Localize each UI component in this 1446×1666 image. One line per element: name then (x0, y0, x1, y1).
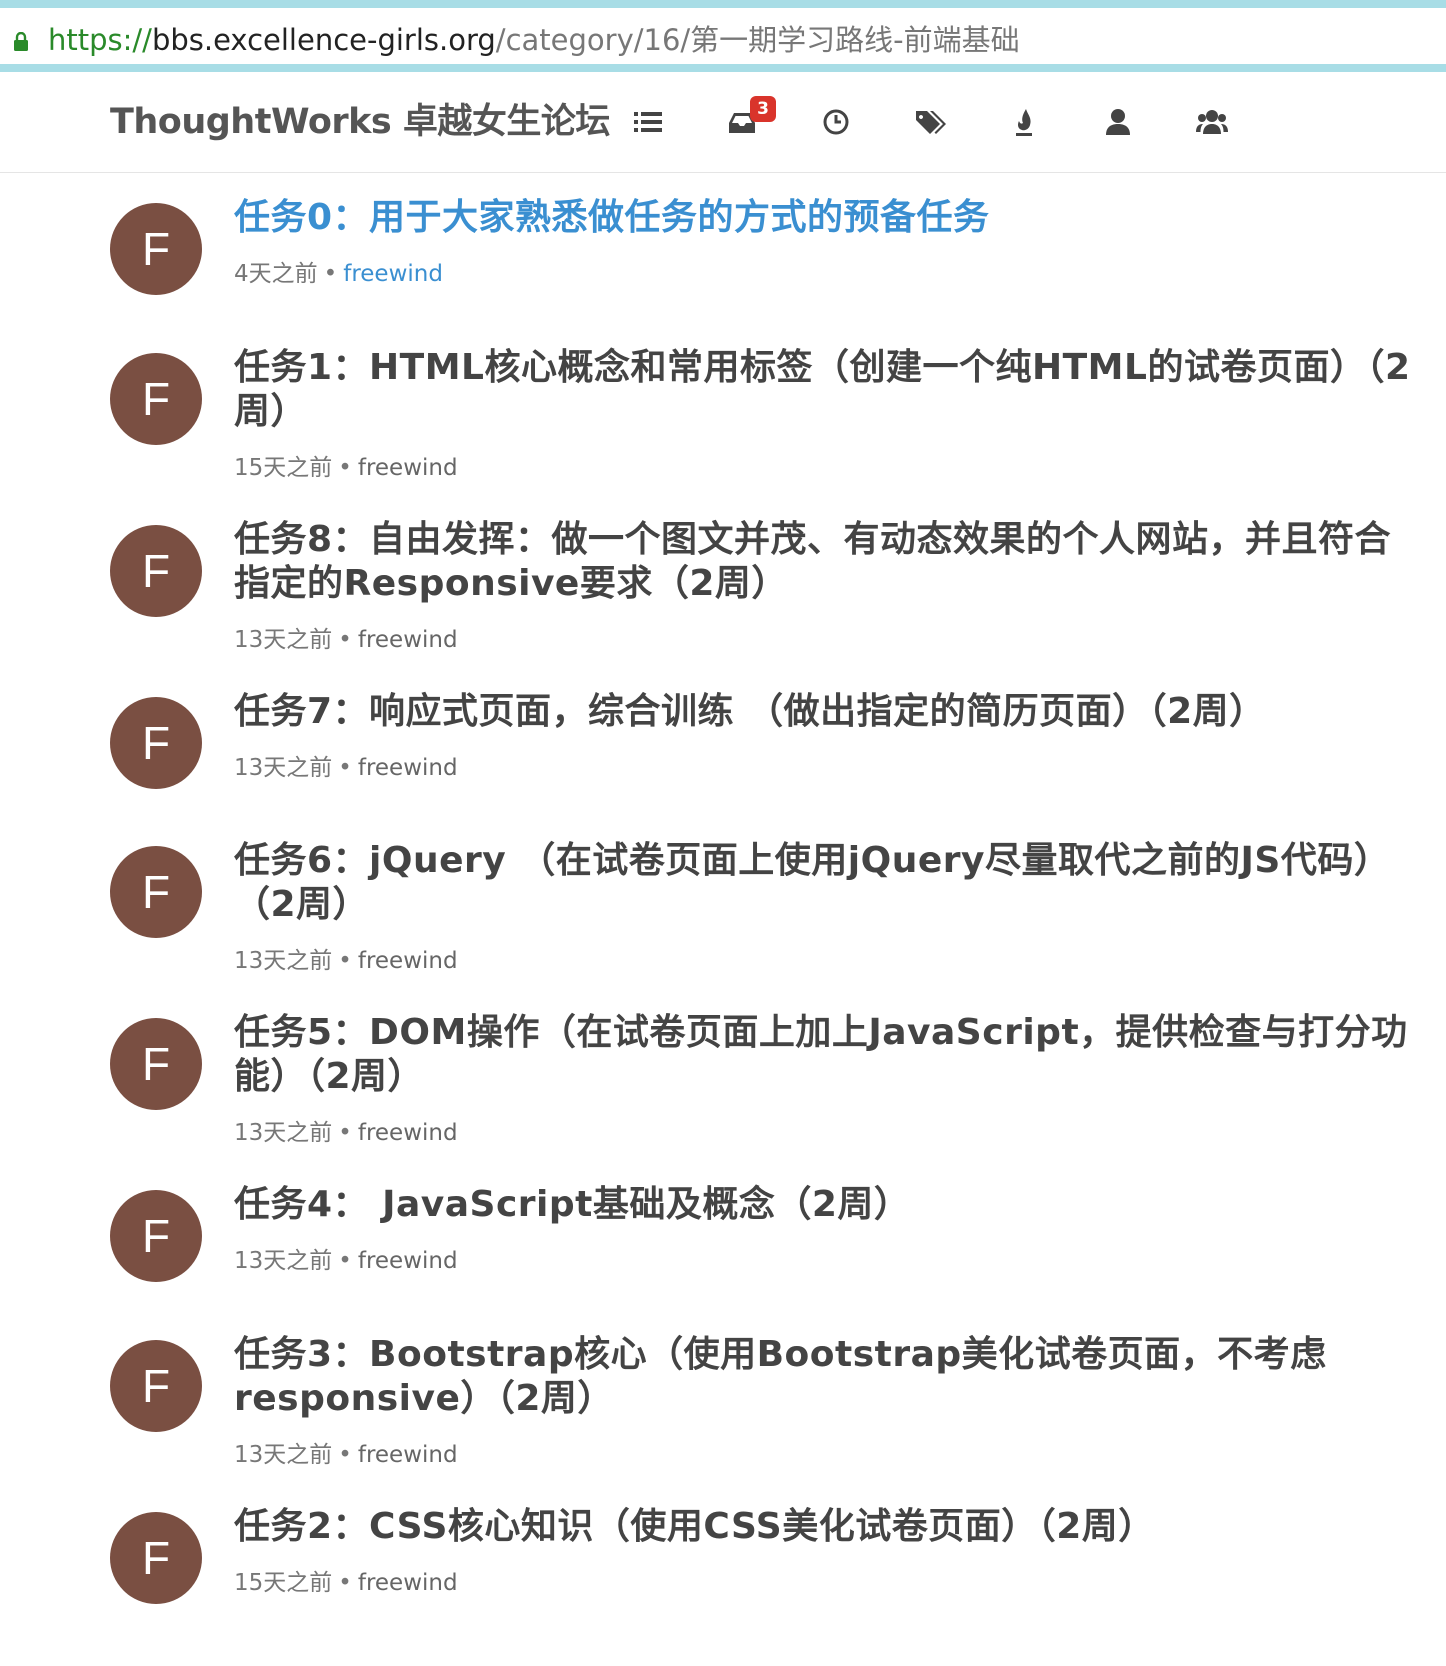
meta-separator: • (338, 948, 352, 974)
topic-meta: 13天之前 • freewind (234, 753, 458, 783)
lock-icon (14, 32, 28, 51)
topic-title-link[interactable]: 任务8：自由发挥：做一个图文并茂、有动态效果的个人网站，并且符合指定的Respo… (234, 518, 1414, 606)
meta-separator: • (338, 1570, 352, 1596)
topic-author-link[interactable]: freewind (358, 627, 458, 653)
topic-meta: 13天之前 • freewind (234, 946, 458, 976)
groups-nav-button[interactable] (1192, 102, 1232, 142)
avatar[interactable]: F (110, 353, 202, 445)
avatar[interactable]: F (110, 1340, 202, 1432)
topic-author-link[interactable]: freewind (358, 1570, 458, 1596)
topic-timestamp[interactable]: 13天之前 (234, 948, 332, 974)
avatar[interactable]: F (110, 1512, 202, 1604)
url-scheme: https:// (48, 23, 152, 57)
tags-nav-button[interactable] (910, 102, 950, 142)
topic-author-link[interactable]: freewind (358, 948, 458, 974)
avatar[interactable]: F (110, 846, 202, 938)
topic-meta: 15天之前 • freewind (234, 453, 458, 483)
topic-author-link[interactable]: freewind (343, 261, 443, 287)
topic-title-link[interactable]: 任务3：Bootstrap核心（使用Bootstrap美化试卷页面，不考虑res… (234, 1333, 1414, 1421)
topic-meta: 4天之前 • freewind (234, 259, 443, 289)
avatar[interactable]: F (110, 525, 202, 617)
topic-title-link[interactable]: 任务1：HTML核心概念和常用标签（创建一个纯HTML的试卷页面）（2周） (234, 346, 1414, 434)
topic-title-link[interactable]: 任务2：CSS核心知识（使用CSS美化试卷页面）（2周） (234, 1505, 1414, 1549)
users-nav-button[interactable] (1098, 102, 1138, 142)
url-path: /category/16/第一期学习路线-前端基础 (495, 23, 1020, 57)
topic-timestamp[interactable]: 13天之前 (234, 1120, 332, 1146)
topic-title-link[interactable]: 任务7：响应式页面，综合训练 （做出指定的简历页面）（2周） (234, 690, 1414, 734)
topic-title-link[interactable]: 任务0：用于大家熟悉做任务的方式的预备任务 (234, 196, 1414, 240)
meta-separator: • (338, 1442, 352, 1468)
meta-separator: • (338, 627, 352, 653)
unread-count-badge: 3 (750, 96, 776, 122)
topic-meta: 13天之前 • freewind (234, 1118, 458, 1148)
forum-navbar: ThoughtWorks 卓越女生论坛 3 (0, 72, 1446, 173)
topic-timestamp[interactable]: 13天之前 (234, 755, 332, 781)
recent-nav-button[interactable] (816, 102, 856, 142)
topic-meta: 13天之前 • freewind (234, 1246, 458, 1276)
avatar[interactable]: F (110, 203, 202, 295)
meta-separator: • (338, 455, 352, 481)
topic-timestamp[interactable]: 4天之前 (234, 261, 318, 287)
topic-timestamp[interactable]: 13天之前 (234, 1248, 332, 1274)
topic-meta: 13天之前 • freewind (234, 625, 458, 655)
tags-icon (916, 111, 946, 134)
topic-author-link[interactable]: freewind (358, 755, 458, 781)
meta-separator: • (338, 1248, 352, 1274)
forum-brand[interactable]: ThoughtWorks 卓越女生论坛 (110, 100, 610, 144)
topic-timestamp[interactable]: 13天之前 (234, 1442, 332, 1468)
fire-icon (1016, 109, 1032, 136)
popular-nav-button[interactable] (1004, 102, 1044, 142)
topic-author-link[interactable]: freewind (358, 1442, 458, 1468)
topic-timestamp[interactable]: 15天之前 (234, 455, 332, 481)
categories-nav-button[interactable] (628, 102, 668, 142)
topic-author-link[interactable]: freewind (358, 1120, 458, 1146)
url-host: bbs.excellence-girls.org (151, 23, 496, 57)
clock-icon (823, 109, 849, 135)
avatar[interactable]: F (110, 1018, 202, 1110)
address-bar[interactable]: https://bbs.excellence-girls.org/categor… (0, 0, 1446, 72)
meta-separator: • (338, 1120, 352, 1146)
topic-title-link[interactable]: 任务5：DOM操作（在试卷页面上加上JavaScript，提供检查与打分功能）（… (234, 1011, 1414, 1099)
meta-separator: • (323, 261, 338, 287)
avatar[interactable]: F (110, 697, 202, 789)
topic-meta: 13天之前 • freewind (234, 1440, 458, 1470)
topic-author-link[interactable]: freewind (358, 455, 458, 481)
topic-timestamp[interactable]: 15天之前 (234, 1570, 332, 1596)
users-icon (1196, 110, 1228, 134)
user-icon (1106, 109, 1130, 135)
meta-separator: • (338, 755, 352, 781)
avatar[interactable]: F (110, 1190, 202, 1282)
topic-timestamp[interactable]: 13天之前 (234, 627, 332, 653)
topic-title-link[interactable]: 任务6：jQuery （在试卷页面上使用jQuery尽量取代之前的JS代码）（2… (234, 839, 1414, 927)
url-text[interactable]: https://bbs.excellence-girls.org/categor… (48, 20, 1020, 60)
unread-nav-button[interactable]: 3 (722, 96, 776, 142)
list-icon (634, 112, 662, 132)
topic-meta: 15天之前 • freewind (234, 1568, 458, 1598)
topic-author-link[interactable]: freewind (358, 1248, 458, 1274)
topic-title-link[interactable]: 任务4： JavaScript基础及概念（2周） (234, 1183, 1414, 1227)
